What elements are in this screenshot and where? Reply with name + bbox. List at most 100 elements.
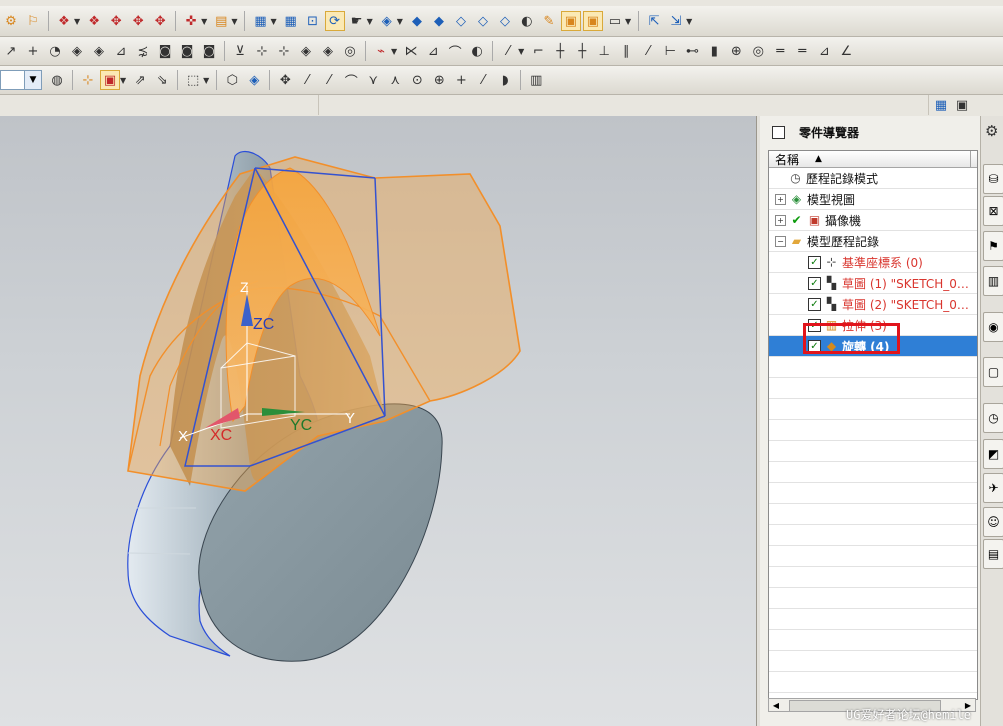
system-scenes-tab[interactable]: ▤ — [983, 539, 1003, 569]
window-icon[interactable]: ▭ — [606, 12, 624, 30]
dropdown-arrow-icon[interactable]: ▼ — [74, 17, 80, 26]
shaded-edges-icon[interactable]: ◆ — [430, 12, 448, 30]
sketch-collinear-icon[interactable]: ═ — [771, 42, 789, 60]
assembly-icon[interactable]: ⇱ — [645, 12, 663, 30]
point-plus-icon[interactable]: + — [24, 42, 42, 60]
part-navigator-tab[interactable]: ⚑ — [983, 231, 1003, 261]
history-tab[interactable]: ▢ — [983, 357, 1003, 387]
chamfer-icon[interactable]: ◈ — [90, 42, 108, 60]
snap-quadrant-icon[interactable]: ⊕ — [430, 71, 448, 89]
chevron-down-icon[interactable]: ▼ — [24, 71, 41, 89]
curve-icon[interactable]: ⊻ — [231, 42, 249, 60]
smooth-curve-icon[interactable]: ◐ — [468, 42, 486, 60]
draft-icon[interactable]: ⊿ — [112, 42, 130, 60]
snap-icon[interactable]: ⚙ — [2, 12, 20, 30]
studio-icon[interactable]: ◐ — [518, 12, 536, 30]
scroll-left-icon[interactable]: ◀ — [769, 699, 783, 711]
visibility-checkbox[interactable]: ✓ — [808, 255, 821, 269]
snap-settings-icon[interactable]: ▣ — [100, 70, 120, 90]
selection-filter-combo[interactable]: ▼ — [0, 70, 42, 90]
model-view[interactable] — [0, 116, 756, 726]
snap-grid-icon[interactable]: ▥ — [527, 71, 545, 89]
extract-icon[interactable]: ✥ — [129, 12, 147, 30]
wave-icon[interactable]: ✥ — [151, 12, 169, 30]
shell-icon[interactable]: ◙ — [156, 42, 174, 60]
line-icon[interactable]: ↗ — [2, 42, 20, 60]
sketch-point-icon[interactable]: ⊢ — [661, 42, 679, 60]
table-icon[interactable]: ▦ — [251, 12, 269, 30]
dropdown-arrow-icon[interactable]: ▼ — [518, 47, 524, 56]
sketch-line-icon[interactable]: ⁄ — [499, 42, 517, 60]
filter-icon[interactable]: ◍ — [48, 71, 66, 89]
tree-row[interactable]: + ✔ ▣ 攝像機 — [769, 210, 977, 231]
view-iso-icon[interactable]: ◈ — [378, 12, 396, 30]
split-body-icon[interactable]: ◙ — [200, 42, 218, 60]
reuse-library-tab[interactable]: ▥ — [983, 266, 1003, 296]
tree-row[interactable]: ✓ ▚ 草圖 (1) "SKETCH_0… — [769, 273, 977, 294]
expand-icon[interactable]: + — [775, 193, 786, 205]
layer-icon[interactable]: ▣ — [560, 11, 581, 31]
snap-mid-icon[interactable]: ⁄ — [320, 71, 338, 89]
solid-select-icon[interactable]: ◈ — [245, 71, 263, 89]
snap-existing-icon[interactable]: + — [452, 71, 470, 89]
measure-icon[interactable]: ✜ — [182, 12, 200, 30]
part-navigator-tree[interactable]: 名稱 ▲ ◷ 歷程記錄模式 + ◈ 模型視圖 + ✔ ▣ 攝像機 − ▰ 模型歷程記錄 ✓ ⊹ 基準座標系 … — [768, 150, 978, 700]
offset-curve-icon[interactable]: ⊹ — [275, 42, 293, 60]
dropdown-arrow-icon[interactable]: ▼ — [203, 76, 209, 85]
snap-end-icon[interactable]: ⁄ — [298, 71, 316, 89]
dropdown-arrow-icon[interactable]: ▼ — [397, 17, 403, 26]
sketch-arc-icon[interactable]: ⌐ — [529, 42, 547, 60]
system-materials-tab[interactable]: ◩ — [983, 439, 1003, 469]
layer-settings-icon[interactable]: ▣ — [582, 11, 603, 31]
pin-checkbox[interactable] — [772, 125, 785, 139]
tree-row[interactable]: ✓ ▚ 草圖 (2) "SKETCH_0… — [769, 294, 977, 315]
project-curve-icon[interactable]: ◈ — [297, 42, 315, 60]
sketch-angle-icon[interactable]: ∠ — [837, 42, 855, 60]
rotate-view-icon[interactable]: ⟳ — [324, 11, 345, 31]
offset-icon[interactable]: ⋨ — [134, 42, 152, 60]
process-studio-tab[interactable]: ✈ — [983, 473, 1003, 503]
edit-section-icon[interactable]: ✎ — [540, 12, 558, 30]
constraint-icon[interactable]: ❖ — [85, 12, 103, 30]
sketch-vertical-icon[interactable]: ┼ — [551, 42, 569, 60]
dropdown-arrow-icon[interactable]: ▼ — [120, 76, 126, 85]
divide-curve-icon[interactable]: ⊿ — [424, 42, 442, 60]
wireframe-icon[interactable]: ◇ — [452, 12, 470, 30]
snap-intersect-icon[interactable]: ⋎ — [364, 71, 382, 89]
sketch-slope-icon[interactable]: ⊿ — [815, 42, 833, 60]
ruler-icon[interactable]: ▤ — [212, 12, 230, 30]
static-wireframe-icon[interactable]: ◇ — [496, 12, 514, 30]
sketch-horizontal-icon[interactable]: ┼ — [573, 42, 591, 60]
clock-icon[interactable]: ◷ — [983, 403, 1003, 433]
assembly-navigator-tab[interactable]: ⛁ — [983, 164, 1003, 194]
column-header-name[interactable]: 名稱 ▲ — [769, 151, 977, 168]
pan-icon[interactable]: ☛ — [348, 12, 366, 30]
sketch-parallel-icon[interactable]: ∥ — [617, 42, 635, 60]
rectangle-select-icon[interactable]: ⬚ — [184, 71, 202, 89]
sketch-fix-icon[interactable]: ▮ — [705, 42, 723, 60]
selection-filter-icon[interactable]: ⚐ — [24, 12, 42, 30]
tree-row[interactable]: ✓ ⊹ 基準座標系 (0) — [769, 252, 977, 273]
tree-row[interactable]: + ◈ 模型視圖 — [769, 189, 977, 210]
edit-curve-icon[interactable]: ⌁ — [372, 42, 390, 60]
trim-body-icon[interactable]: ◙ — [178, 42, 196, 60]
snap-arc-center-icon[interactable]: ⋏ — [386, 71, 404, 89]
dropdown-arrow-icon[interactable]: ▼ — [686, 17, 692, 26]
section-curve-icon[interactable]: ◎ — [341, 42, 359, 60]
graphics-window[interactable]: ZC Z XC X YC Y — [0, 116, 756, 726]
select-chain-icon[interactable]: ⇘ — [153, 71, 171, 89]
curve-length-icon[interactable]: ⌒ — [446, 42, 464, 61]
grid-icon[interactable]: ▦ — [282, 12, 300, 30]
trim-curve-icon[interactable]: ⋉ — [402, 42, 420, 60]
spline-icon[interactable]: ⊹ — [253, 42, 271, 60]
dropdown-arrow-icon[interactable]: ▼ — [201, 17, 207, 26]
dropdown-arrow-icon[interactable]: ▼ — [391, 47, 397, 56]
box-select-icon[interactable]: ⬡ — [223, 71, 241, 89]
sketch-tangent-icon[interactable]: ⊕ — [727, 42, 745, 60]
hidden-line-icon[interactable]: ◇ — [474, 12, 492, 30]
collapse-icon[interactable]: − — [775, 235, 786, 247]
snap-on-surface-icon[interactable]: ◗ — [496, 71, 514, 89]
visibility-checkbox[interactable]: ✓ — [808, 297, 821, 311]
select-icon[interactable]: ⇗ — [131, 71, 149, 89]
move-icon[interactable]: ✥ — [276, 71, 294, 89]
